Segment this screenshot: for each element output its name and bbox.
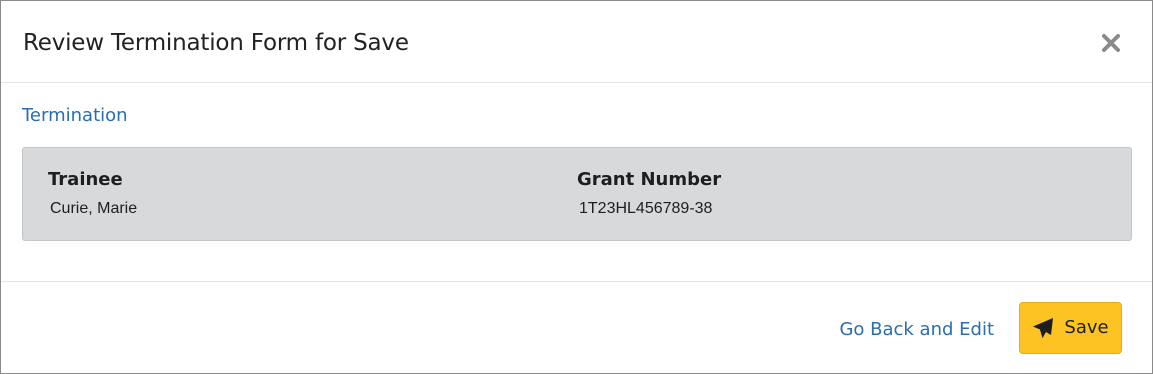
trainee-value: Curie, Marie [50, 200, 138, 217]
termination-summary-panel: Trainee Curie, Marie Grant Number 1T23HL… [22, 147, 1132, 241]
modal-title: Review Termination Form for Save [23, 30, 409, 56]
grant-number-label: Grant Number [577, 169, 722, 190]
trainee-label: Trainee [48, 169, 123, 190]
modal-footer: Go Back and Edit Save [1, 281, 1152, 373]
trainee-field: Trainee Curie, Marie [48, 168, 137, 219]
close-button[interactable] [1100, 32, 1122, 54]
grant-number-value: 1T23HL456789-38 [579, 200, 713, 217]
review-termination-modal: Review Termination Form for Save Termina… [0, 0, 1153, 374]
close-icon [1100, 32, 1122, 54]
paper-plane-icon [1032, 317, 1054, 339]
section-title: Termination [22, 105, 128, 126]
grant-number-field: Grant Number 1T23HL456789-38 [577, 168, 721, 219]
save-button-label: Save [1064, 317, 1109, 338]
go-back-and-edit-link[interactable]: Go Back and Edit [839, 318, 994, 342]
modal-header: Review Termination Form for Save [1, 1, 1152, 83]
save-button[interactable]: Save [1019, 302, 1122, 354]
modal-body: Termination Trainee Curie, Marie Grant N… [1, 83, 1152, 281]
